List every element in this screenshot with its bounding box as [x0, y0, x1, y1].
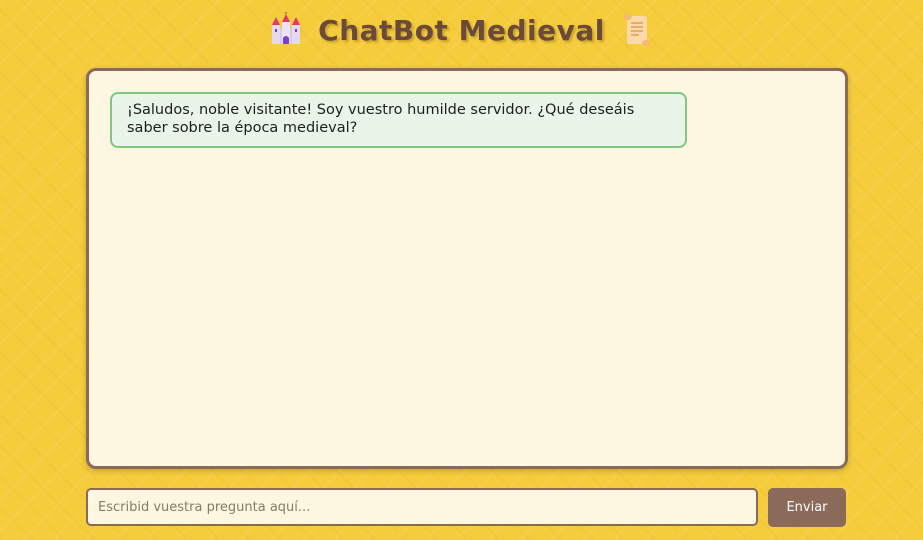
header: ChatBot Medieval: [0, 8, 923, 52]
chat-window: ¡Saludos, noble visitante! Soy vuestro h…: [86, 68, 848, 469]
question-input[interactable]: [86, 488, 758, 526]
scroll-icon: [619, 12, 655, 48]
bot-message: ¡Saludos, noble visitante! Soy vuestro h…: [110, 92, 687, 148]
send-button[interactable]: Enviar: [768, 488, 846, 527]
castle-icon: [268, 12, 304, 48]
page-title: ChatBot Medieval: [318, 13, 605, 47]
